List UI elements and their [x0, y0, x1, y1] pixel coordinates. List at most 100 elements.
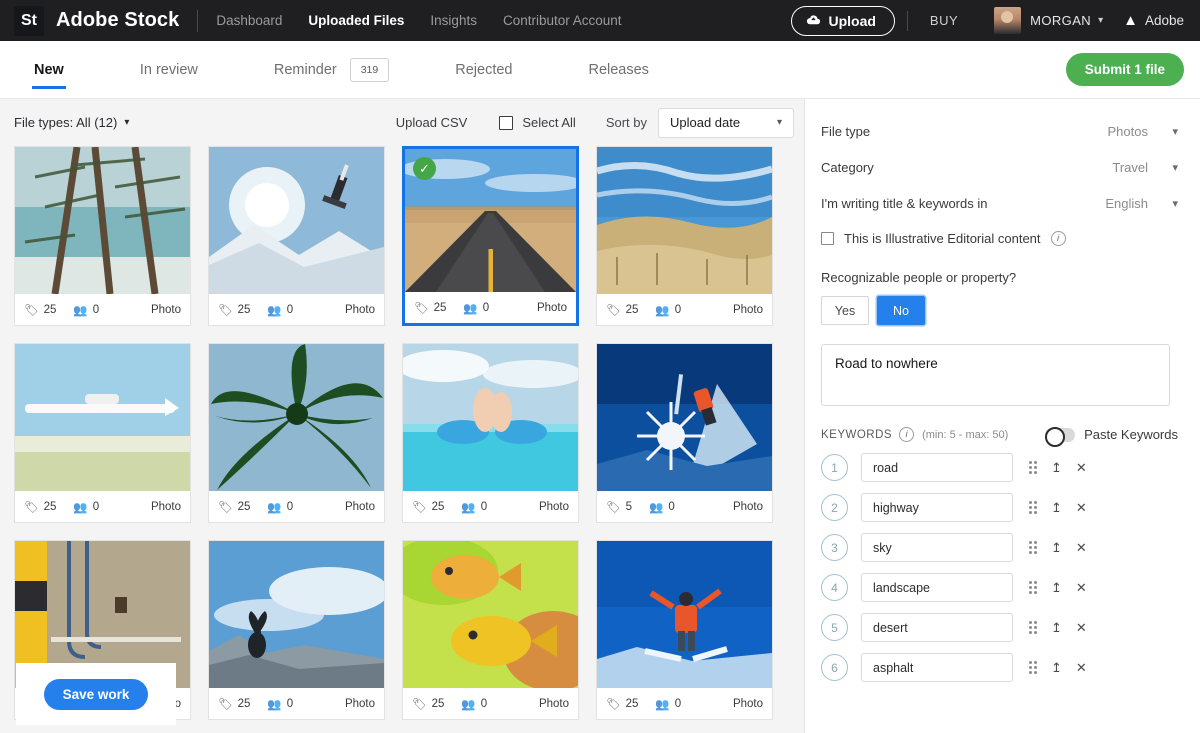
nav-contributor-account[interactable]: Contributor Account — [503, 13, 622, 28]
tab-releases-label: Releases — [588, 61, 649, 78]
file-card[interactable]: 🏷 5 👥 0 Photo — [596, 343, 773, 523]
keyword-count: 25 — [237, 303, 251, 316]
keyword-actions: ↥ ✕ — [1029, 460, 1087, 476]
select-all-checkbox[interactable]: Select All — [499, 115, 576, 130]
file-card[interactable]: 🏷 25 👥 0 Photo — [596, 540, 773, 720]
drag-handle-icon[interactable] — [1029, 661, 1037, 674]
nav-insights[interactable]: Insights — [430, 13, 477, 28]
tab-reminder[interactable]: Reminder 319 — [272, 41, 391, 99]
category-label: Category — [821, 159, 874, 175]
info-icon[interactable]: i — [899, 427, 915, 442]
buy-link[interactable]: BUY — [930, 13, 958, 28]
info-icon[interactable]: i — [1050, 231, 1066, 246]
selected-check-icon: ✓ — [413, 157, 436, 180]
file-type-label: Photo — [732, 500, 763, 513]
tab-new[interactable]: New — [32, 41, 66, 99]
move-to-top-icon[interactable]: ↥ — [1051, 540, 1062, 556]
drag-handle-icon[interactable] — [1029, 581, 1037, 594]
checkbox-icon[interactable] — [821, 232, 834, 245]
keyword-input[interactable]: highway — [861, 493, 1013, 522]
file-type-row[interactable]: File type Photos ▾ — [821, 113, 1178, 149]
keyword-actions: ↥ ✕ — [1029, 620, 1087, 636]
move-to-top-icon[interactable]: ↥ — [1051, 460, 1062, 476]
people-icon: 👥 — [655, 304, 670, 317]
delete-keyword-icon[interactable]: ✕ — [1076, 580, 1087, 596]
chevron-down-icon[interactable]: ▾ — [1148, 125, 1178, 138]
save-work-container: Save work — [16, 663, 176, 725]
drag-handle-icon[interactable] — [1029, 501, 1037, 514]
file-type-label: Photo — [732, 697, 763, 710]
keyword-input[interactable]: asphalt — [861, 653, 1013, 682]
drag-handle-icon[interactable] — [1029, 621, 1037, 634]
avatar[interactable] — [994, 7, 1022, 34]
keyword-index: 3 — [821, 534, 848, 561]
keyword-input[interactable]: desert — [861, 613, 1013, 642]
file-card[interactable]: 🏷 25 👥 0 Photo — [14, 343, 191, 523]
keyword-input[interactable]: landscape — [861, 573, 1013, 602]
upload-button[interactable]: Upload — [791, 5, 895, 36]
people-icon: 👥 — [73, 304, 88, 317]
thumbnail-art-ski-jump — [597, 344, 772, 491]
chevron-down-icon[interactable]: ▾ — [1148, 161, 1178, 174]
file-card[interactable]: 🏷 25 👥 0 Photo — [14, 146, 191, 326]
tab-releases[interactable]: Releases — [586, 41, 650, 99]
delete-keyword-icon[interactable]: ✕ — [1076, 500, 1087, 516]
title-input[interactable]: Road to nowhere — [821, 344, 1170, 406]
upload-csv-button[interactable]: Upload CSV — [396, 115, 468, 130]
move-to-top-icon[interactable]: ↥ — [1051, 580, 1062, 596]
user-name[interactable]: MORGAN — [1030, 13, 1091, 28]
thumbnail — [15, 344, 190, 491]
nav-dashboard[interactable]: Dashboard — [216, 13, 282, 28]
file-card[interactable]: 🏷 25 👥 0 Photo — [208, 146, 385, 326]
adobe-stock-logo-icon[interactable]: St — [14, 5, 44, 36]
file-card[interactable]: 🏷 25 👥 0 Photo — [596, 146, 773, 326]
chevron-down-icon[interactable]: ▾ — [1148, 197, 1178, 210]
move-to-top-icon[interactable]: ↥ — [1051, 620, 1062, 636]
tab-rejected[interactable]: Rejected — [453, 41, 514, 99]
keyword-actions: ↥ ✕ — [1029, 580, 1087, 596]
file-meta: 🏷 25 👥 0 Photo — [209, 294, 384, 325]
drag-handle-icon[interactable] — [1029, 541, 1037, 554]
sort-by-select[interactable]: Upload date ▾ — [658, 107, 794, 138]
move-to-top-icon[interactable]: ↥ — [1051, 660, 1062, 676]
file-card[interactable]: 🏷 25 👥 0 Photo — [402, 540, 579, 720]
submit-files-button[interactable]: Submit 1 file — [1065, 53, 1184, 86]
delete-keyword-icon[interactable]: ✕ — [1076, 660, 1087, 676]
file-types-filter[interactable]: File types: All (12) ▾ — [14, 115, 129, 130]
tab-in-review[interactable]: In review — [138, 41, 200, 99]
delete-keyword-icon[interactable]: ✕ — [1076, 540, 1087, 556]
select-all-label: Select All — [522, 115, 576, 130]
thumbnail-art-skier-sun — [209, 147, 384, 294]
paste-keywords-toggle[interactable]: Paste Keywords — [1045, 426, 1178, 447]
file-card-selected[interactable]: ✓ 🏷 25 👥 0 Photo — [402, 146, 579, 326]
file-card[interactable]: 🏷 25 👥 0 Photo — [402, 343, 579, 523]
adobe-logo-icon: ▲ — [1123, 12, 1138, 29]
thumbnail — [209, 344, 384, 491]
keyword-count: 25 — [625, 697, 639, 710]
tag-icon: 🏷 — [218, 698, 233, 711]
thumbnail — [209, 147, 384, 294]
release-count: 0 — [480, 500, 488, 513]
recognizable-toggle-group: Yes No — [821, 296, 1178, 325]
keyword-index: 4 — [821, 574, 848, 601]
file-card[interactable]: 🏷 25 👥 0 Photo — [208, 343, 385, 523]
keyword-input[interactable]: sky — [861, 533, 1013, 562]
release-count: 0 — [92, 303, 100, 316]
keyword-row: 3 sky ↥ ✕ — [821, 533, 1178, 562]
language-row[interactable]: I'm writing title & keywords in English … — [821, 185, 1178, 221]
move-to-top-icon[interactable]: ↥ — [1051, 500, 1062, 516]
file-card[interactable]: 🏷 25 👥 0 Photo — [208, 540, 385, 720]
nav-uploaded-files[interactable]: Uploaded Files — [308, 13, 404, 28]
drag-handle-icon[interactable] — [1029, 461, 1037, 474]
file-type-label: Photo — [344, 303, 375, 316]
recognizable-yes-button[interactable]: Yes — [821, 296, 869, 325]
category-row[interactable]: Category Travel ▾ — [821, 149, 1178, 185]
save-work-button[interactable]: Save work — [43, 678, 149, 710]
delete-keyword-icon[interactable]: ✕ — [1076, 620, 1087, 636]
keyword-index: 5 — [821, 614, 848, 641]
editorial-checkbox-row[interactable]: This is Illustrative Editorial content i — [821, 231, 1178, 246]
keyword-input[interactable]: road — [861, 453, 1013, 482]
delete-keyword-icon[interactable]: ✕ — [1076, 460, 1087, 476]
recognizable-no-button[interactable]: No — [877, 296, 925, 325]
chevron-down-icon[interactable]: ▾ — [1098, 15, 1103, 26]
